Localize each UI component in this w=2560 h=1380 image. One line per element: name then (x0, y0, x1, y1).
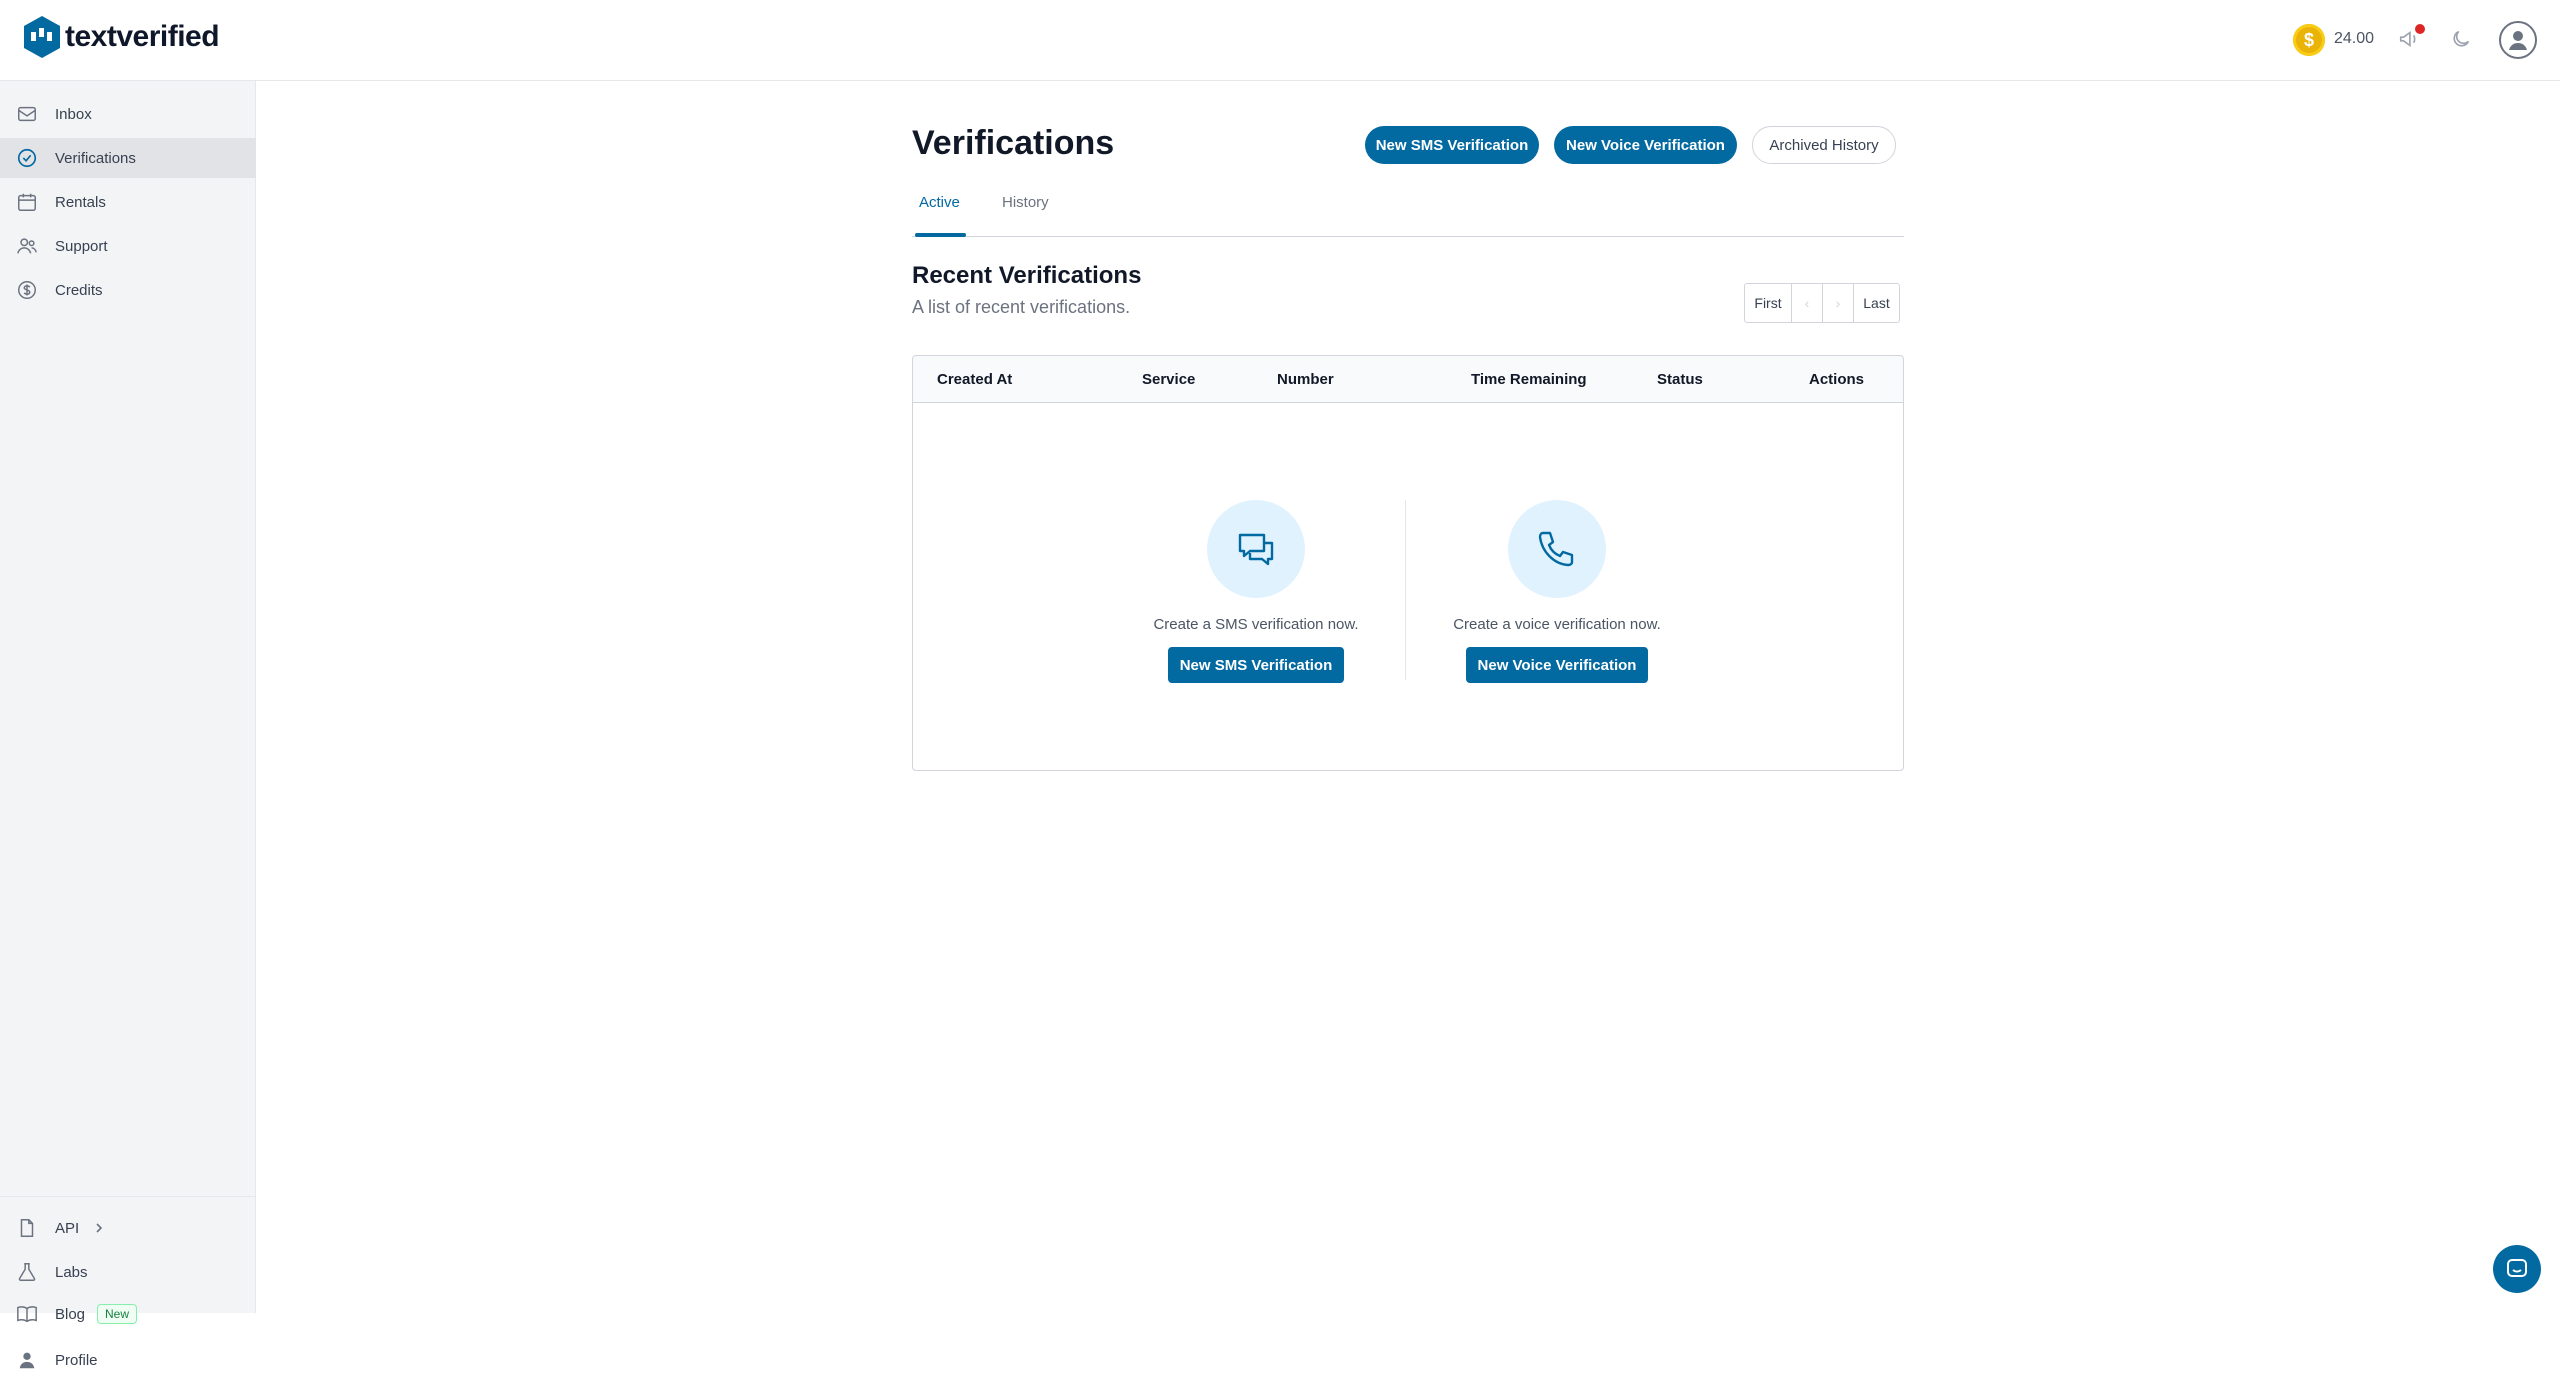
flask-icon (18, 1263, 36, 1281)
chat-launcher-button[interactable] (2493, 1245, 2541, 1293)
user-menu-button[interactable] (2499, 21, 2537, 59)
sidebar-divider (0, 1196, 256, 1197)
new-sms-verification-button[interactable]: New SMS Verification (1365, 126, 1539, 164)
pagination-first-button[interactable]: First (1744, 283, 1792, 323)
archived-history-button[interactable]: Archived History (1752, 126, 1896, 164)
sidebar-item-labs[interactable]: Labs (0, 1252, 256, 1292)
sidebar-item-label: Inbox (55, 105, 92, 123)
sidebar-item-label: Rentals (55, 193, 106, 211)
sidebar-item-support[interactable]: Support (0, 226, 256, 266)
pagination: First ‹ › Last (1744, 283, 1900, 323)
empty-state-voice: Create a voice verification now. New Voi… (1427, 500, 1687, 683)
section-title: Recent Verifications (912, 262, 1142, 289)
active-tab-indicator (915, 233, 966, 237)
inbox-icon (18, 106, 36, 122)
tab-history[interactable]: History (1002, 194, 1049, 211)
logo[interactable]: textverified (22, 14, 220, 60)
verifications-table: Created At Service Number Time Remaining… (912, 355, 1904, 771)
sidebar-item-label: Blog (55, 1305, 86, 1323)
sidebar-item-label: Labs (55, 1263, 88, 1281)
check-circle-icon (17, 148, 37, 168)
user-avatar-icon (2509, 31, 2527, 50)
book-icon (17, 1306, 37, 1323)
sidebar-item-inbox[interactable]: Inbox (0, 94, 256, 134)
empty-state-text: Create a SMS verification now. (1153, 616, 1359, 633)
pagination-prev-button[interactable]: ‹ (1791, 283, 1823, 323)
column-header: Time Remaining (1471, 371, 1587, 388)
column-header: Number (1277, 371, 1334, 388)
sidebar-item-api[interactable]: API (0, 1208, 256, 1248)
phone-icon (1538, 531, 1574, 567)
pagination-last-button[interactable]: Last (1853, 283, 1900, 323)
sidebar-item-credits[interactable]: Credits (0, 270, 256, 310)
page-title: Verifications (912, 124, 1115, 162)
chevron-right-icon (96, 1223, 103, 1233)
notification-dot (2415, 24, 2425, 34)
calendar-icon (18, 193, 36, 211)
tab-active[interactable]: Active (919, 194, 960, 211)
sidebar-item-rentals[interactable]: Rentals (0, 182, 256, 222)
empty-state-sms: Create a SMS verification now. New SMS V… (1126, 500, 1386, 683)
voice-icon-badge (1508, 500, 1606, 598)
top-header: textverified $ 24.00 (0, 0, 2560, 81)
column-header: Status (1657, 371, 1703, 388)
sidebar-item-label: Profile (55, 1351, 98, 1369)
table-header: Created At Service Number Time Remaining… (913, 356, 1903, 403)
section-subtitle: A list of recent verifications. (912, 297, 1131, 317)
sidebar: Inbox Verifications Rentals Support Cred… (0, 81, 256, 1369)
chat-icon (2507, 1259, 2527, 1277)
new-sms-verification-button[interactable]: New SMS Verification (1167, 647, 1345, 683)
users-icon (17, 238, 37, 254)
sidebar-item-label: Verifications (55, 149, 136, 167)
person-icon (19, 1352, 35, 1369)
chat-bubbles-icon (1238, 533, 1274, 566)
brand-name: textverified (65, 20, 220, 53)
tabs-divider (912, 236, 1904, 237)
sidebar-item-label: Support (55, 237, 108, 255)
new-voice-verification-button[interactable]: New Voice Verification (1554, 126, 1737, 164)
empty-state-text: Create a voice verification now. (1453, 616, 1661, 633)
new-badge: New (97, 1304, 138, 1324)
column-header: Service (1142, 371, 1196, 388)
document-icon (20, 1219, 34, 1237)
sidebar-item-verifications[interactable]: Verifications (0, 138, 256, 178)
sidebar-item-profile[interactable]: Profile (0, 1340, 256, 1380)
sidebar-item-blog[interactable]: Blog New (0, 1294, 256, 1334)
column-header: Actions (1809, 371, 1865, 388)
dollar-circle-icon (18, 281, 36, 299)
dark-mode-toggle-icon[interactable] (2450, 28, 2472, 50)
credits-coin-icon: $ (2293, 24, 2325, 56)
pagination-next-button[interactable]: › (1822, 283, 1854, 323)
credit-balance: 24.00 (2334, 30, 2375, 47)
sms-icon-badge (1207, 500, 1305, 598)
sidebar-item-label: API (55, 1219, 80, 1237)
logo-mark-icon (24, 16, 60, 58)
empty-state-divider (1405, 500, 1406, 680)
new-voice-verification-button[interactable]: New Voice Verification (1465, 647, 1649, 683)
column-header: Created At (937, 371, 1013, 388)
sidebar-item-label: Credits (55, 281, 103, 299)
